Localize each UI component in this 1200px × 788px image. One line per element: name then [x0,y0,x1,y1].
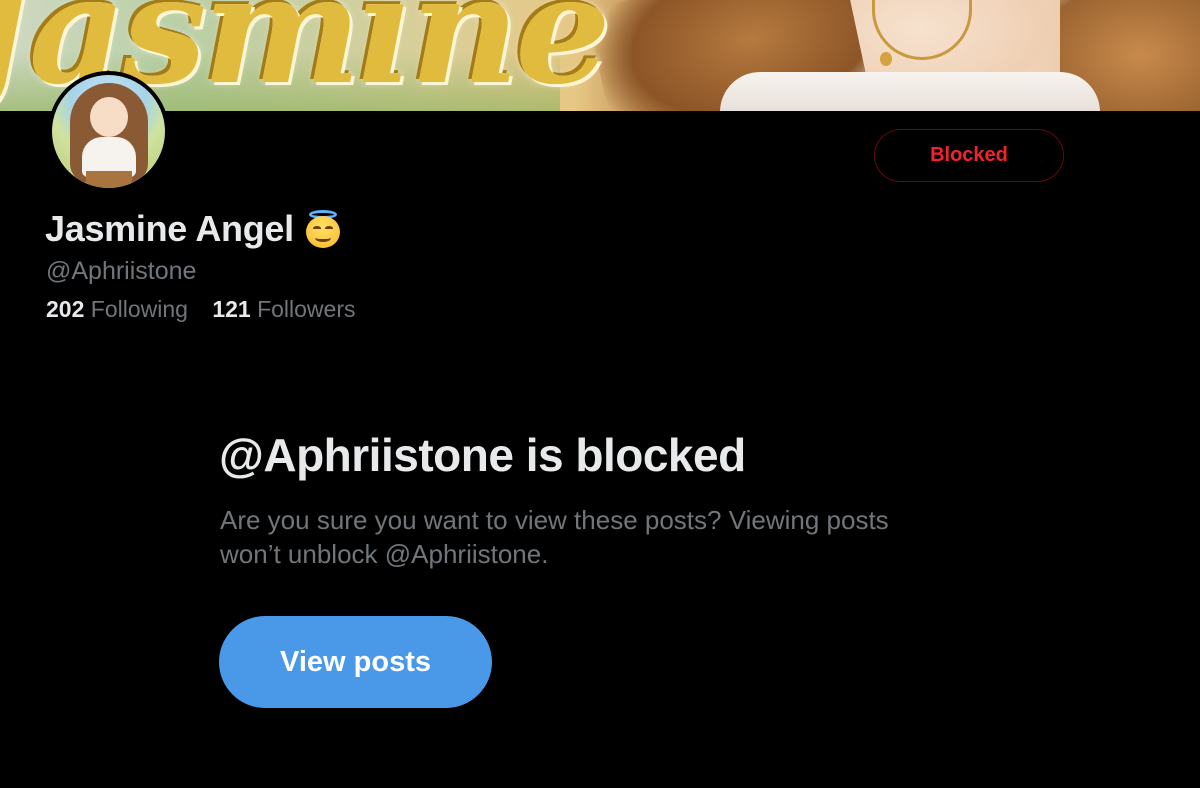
display-name: Jasmine Angel [45,208,294,249]
avatar-skirt [86,171,132,188]
emoji-mouth [314,234,331,242]
profile-stats: 202 Following 121 Followers [46,296,374,323]
avatar[interactable] [48,71,169,192]
followers-label: Followers [257,296,356,322]
blocked-notice-description: Are you sure you want to view these post… [220,505,889,569]
following-count: 202 [46,296,85,322]
following-link[interactable]: 202 Following [46,296,188,323]
smiling-face-with-halo-icon [304,210,342,248]
profile-banner[interactable]: Jasmine [0,0,1200,111]
blocked-button[interactable]: Blocked [874,129,1064,182]
emoji-eye-right [324,226,333,231]
followers-link[interactable]: 121 Followers [212,296,355,323]
blocked-notice-title: @Aphriistone is blocked [219,429,746,481]
following-label: Following [90,296,188,322]
banner-pendant [880,52,892,66]
banner-dress [720,72,1100,111]
view-posts-button[interactable]: View posts [219,616,492,708]
display-name-row: Jasmine Angel [45,208,342,250]
profile-page: Jasmine Blocked Jasmine Angel @Aphriisto… [0,0,1200,788]
avatar-image [52,75,165,188]
emoji-face [305,216,340,248]
emoji-eye-left [312,226,321,231]
followers-count: 121 [212,296,251,322]
avatar-face [90,97,128,137]
user-handle: @Aphriistone [46,257,197,285]
